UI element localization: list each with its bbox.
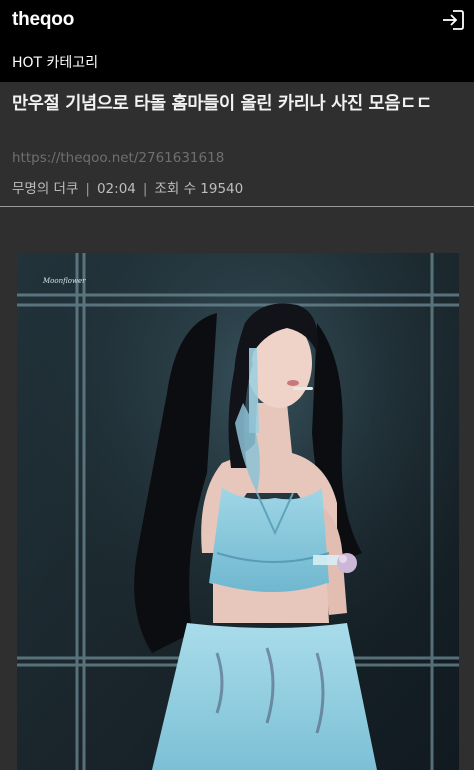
- article-body: Moonflower: [0, 208, 474, 770]
- photo-watermark: Moonflower: [42, 277, 86, 285]
- view-count: 조회 수 19540: [154, 181, 244, 197]
- post-time: 02:04: [96, 181, 136, 197]
- login-arrow-icon: [443, 10, 464, 30]
- article-header: 만우절 기념으로 타돌 홈마들이 올린 카리나 사진 모음ㄷㄷ https://…: [0, 82, 474, 207]
- meta-separator: |: [142, 181, 148, 197]
- login-button[interactable]: [440, 8, 466, 32]
- article-title: 만우절 기념으로 타돌 홈마들이 올린 카리나 사진 모음ㄷㄷ: [12, 94, 432, 114]
- article-meta: 무명의 더쿠 | 02:04 | 조회 수 19540: [12, 177, 243, 197]
- category-label[interactable]: HOT 카테고리: [12, 52, 98, 72]
- author-name: 무명의 더쿠: [12, 181, 79, 197]
- article-url-link[interactable]: https://theqoo.net/2761631618: [12, 150, 224, 166]
- meta-separator: |: [85, 181, 90, 197]
- top-navigation-bar: theqoo HOT 카테고리: [0, 0, 474, 82]
- site-logo[interactable]: theqoo: [12, 9, 74, 31]
- concert-photo-illustration: Moonflower: [17, 253, 459, 770]
- article-photo[interactable]: Moonflower: [17, 253, 459, 770]
